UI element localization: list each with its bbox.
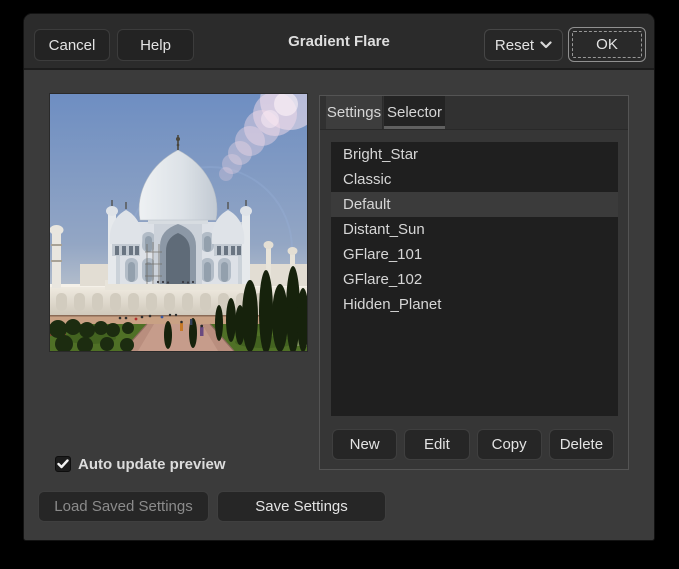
- dialog-titlebar: Cancel Help Gradient Flare Reset OK: [24, 14, 654, 70]
- reset-button-label: Reset: [495, 37, 534, 54]
- list-item[interactable]: Bright_Star: [331, 142, 618, 167]
- ok-button[interactable]: OK: [568, 27, 646, 62]
- load-saved-settings-button[interactable]: Load Saved Settings: [38, 491, 209, 522]
- save-settings-button[interactable]: Save Settings: [217, 491, 386, 522]
- list-action-bar: New Edit Copy Delete: [332, 429, 614, 460]
- auto-update-preview-label: Auto update preview: [78, 456, 226, 473]
- delete-button[interactable]: Delete: [549, 429, 614, 460]
- gflare-list: Bright_Star Classic Default Distant_Sun …: [331, 142, 618, 416]
- reset-dropdown-button[interactable]: Reset: [484, 29, 563, 61]
- tab-bar: Settings Selector: [320, 96, 628, 130]
- taj-mahal-flare-illustration: [50, 94, 307, 351]
- cancel-button[interactable]: Cancel: [34, 29, 110, 61]
- list-item[interactable]: Distant_Sun: [331, 217, 618, 242]
- tab-settings[interactable]: Settings: [326, 96, 383, 129]
- tab-selector[interactable]: Selector: [384, 96, 445, 129]
- selector-panel: Settings Selector Bright_Star Classic De…: [319, 95, 629, 470]
- list-item[interactable]: Classic: [331, 167, 618, 192]
- checkbox-checked-icon[interactable]: [55, 456, 71, 472]
- edit-button[interactable]: Edit: [404, 429, 469, 460]
- gradient-flare-dialog: Cancel Help Gradient Flare Reset OK: [24, 14, 654, 540]
- copy-button[interactable]: Copy: [477, 429, 542, 460]
- list-item-selected[interactable]: Default: [331, 192, 618, 217]
- help-button[interactable]: Help: [117, 29, 194, 61]
- list-item[interactable]: GFlare_101: [331, 242, 618, 267]
- auto-update-preview-toggle[interactable]: Auto update preview: [55, 454, 226, 474]
- list-item[interactable]: Hidden_Planet: [331, 292, 618, 317]
- list-item[interactable]: GFlare_102: [331, 267, 618, 292]
- chevron-down-icon: [540, 41, 552, 49]
- new-button[interactable]: New: [332, 429, 397, 460]
- preview-image[interactable]: [49, 93, 308, 352]
